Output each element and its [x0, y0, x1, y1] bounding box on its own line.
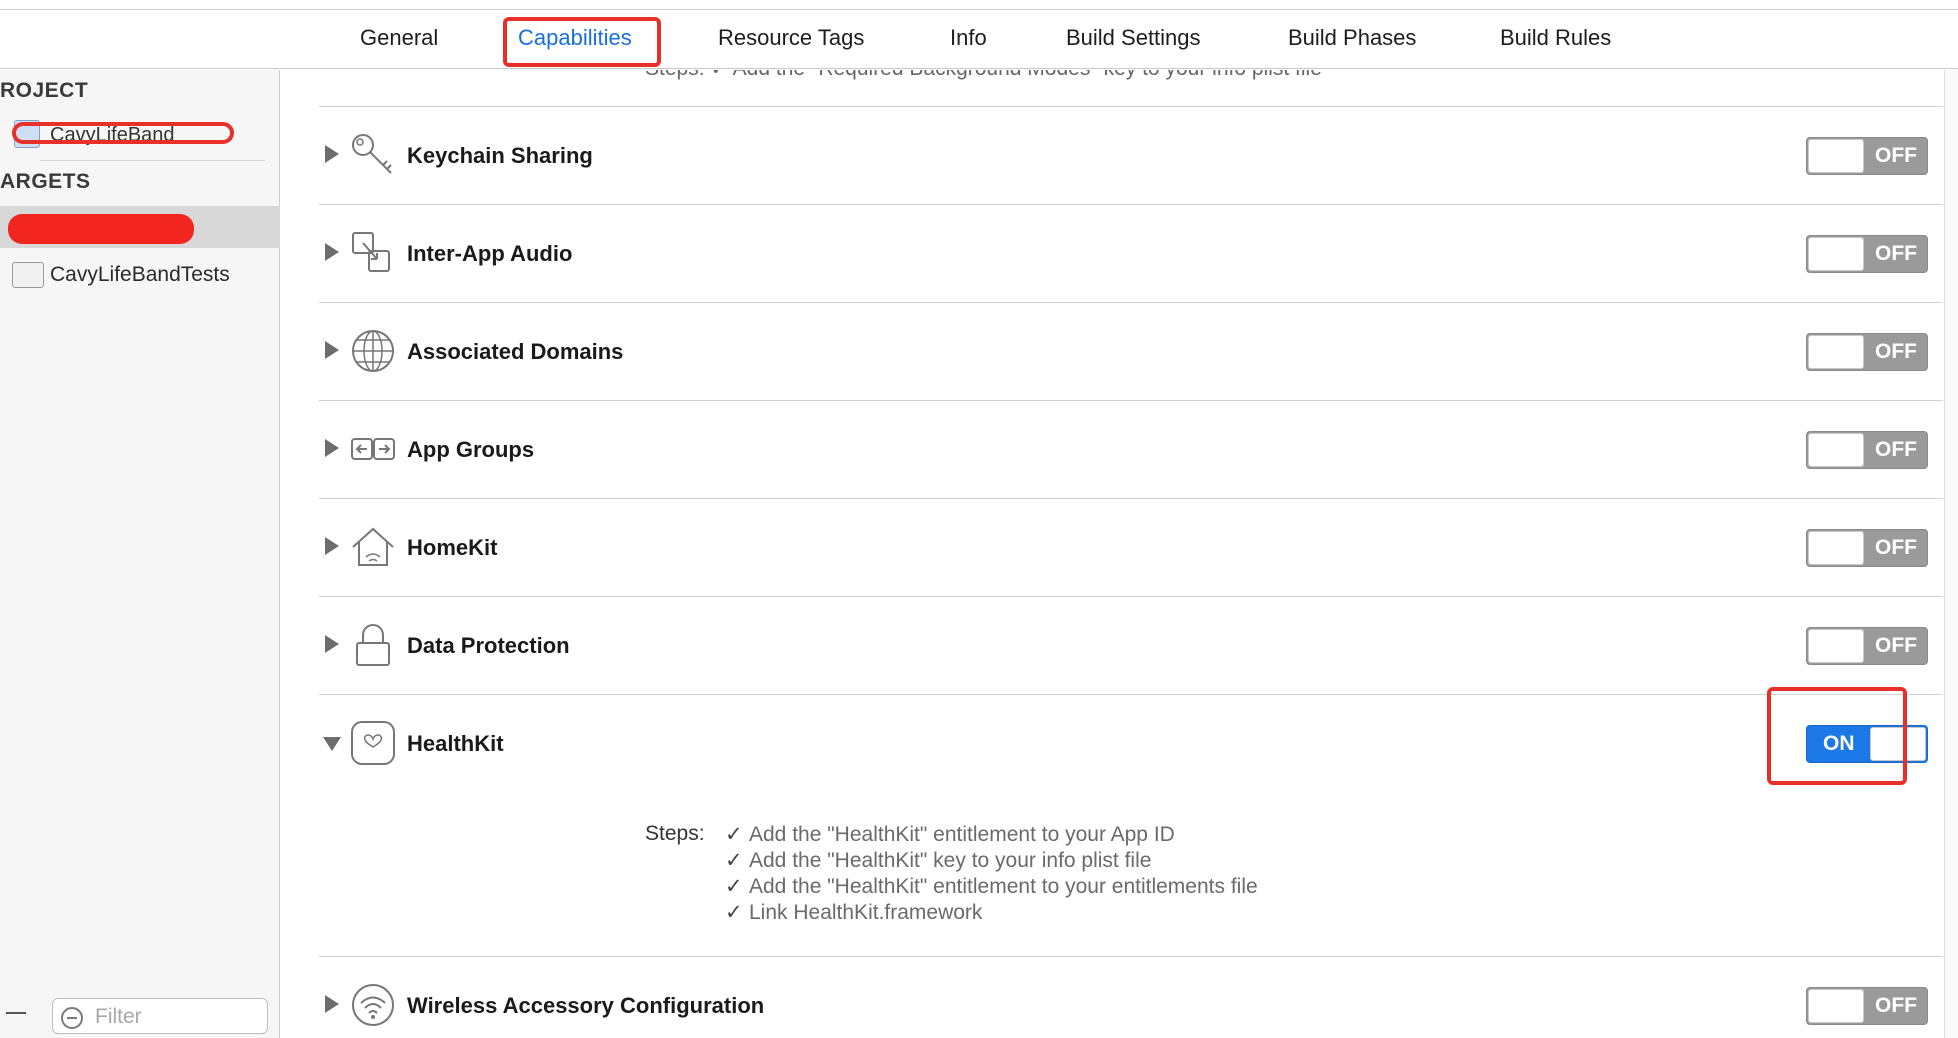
- key-icon: [352, 134, 392, 174]
- step-text: Add the "HealthKit" entitlement to your …: [749, 875, 1258, 898]
- capability-title: HomeKit: [407, 535, 498, 560]
- filter-placeholder: Filter: [95, 1005, 142, 1028]
- toggle-knob: [1808, 335, 1864, 369]
- capability-title: Data Protection: [407, 633, 570, 658]
- toggle-knob: [1808, 531, 1864, 565]
- globe-icon: [352, 330, 394, 372]
- toggle-knob: [1808, 139, 1864, 173]
- capability-title: Inter-App Audio: [407, 241, 573, 266]
- project-section-header: ROJECT: [0, 79, 89, 102]
- toggle-state: OFF: [1875, 634, 1917, 657]
- toggle-state: OFF: [1875, 994, 1917, 1017]
- capability-title: HealthKit: [407, 731, 504, 756]
- steps-label: Steps:: [645, 822, 705, 845]
- disclosure-triangle[interactable]: [325, 439, 339, 457]
- toggle-state: OFF: [1875, 144, 1917, 167]
- toggle-state: OFF: [1875, 340, 1917, 363]
- wireless-icon: [352, 984, 394, 1026]
- target-redaction-scribble: [8, 214, 194, 244]
- step-item: ✓ Add the "HealthKit" key to your info pl…: [725, 848, 1151, 873]
- sidebar-item-project[interactable]: CavyLifeBand: [0, 114, 280, 156]
- capabilities-tab-annotation: [503, 17, 661, 67]
- app-groups-toggle[interactable]: OFF: [1806, 431, 1928, 469]
- step-item: ✓ Add the "HealthKit" entitlement to your…: [725, 874, 1258, 899]
- disclosure-triangle[interactable]: [325, 145, 339, 163]
- capability-title: Keychain Sharing: [407, 143, 593, 168]
- tab-build-rules[interactable]: Build Rules: [1500, 25, 1611, 51]
- checkmark-icon: ✓: [725, 823, 743, 846]
- disclosure-triangle[interactable]: [325, 341, 339, 359]
- tab-general[interactable]: General: [360, 25, 438, 51]
- toggle-state: OFF: [1875, 536, 1917, 559]
- inter-app-audio-toggle[interactable]: OFF: [1806, 235, 1928, 273]
- capability-row-app-groups: App Groups OFF: [319, 400, 1943, 498]
- tab-info[interactable]: Info: [950, 25, 987, 51]
- capability-row-wireless-accessory-configuration: Wireless Accessory Configuration OFF: [319, 956, 1943, 1038]
- homekit-toggle[interactable]: OFF: [1806, 529, 1928, 567]
- associated-domains-toggle[interactable]: OFF: [1806, 333, 1928, 371]
- step-item: ✓ Add the "HealthKit" entitlement to your…: [725, 822, 1175, 847]
- disclosure-triangle[interactable]: [325, 635, 339, 653]
- heart-icon: [351, 721, 395, 765]
- test-bundle-icon: [12, 262, 44, 288]
- capability-title: Wireless Accessory Configuration: [407, 993, 765, 1018]
- data-protection-toggle[interactable]: OFF: [1806, 627, 1928, 665]
- disclosure-triangle-open[interactable]: [323, 737, 341, 751]
- healthkit-toggle-annotation: [1767, 687, 1907, 785]
- capabilities-pane: Steps: ✓ Add the "Required Background Mo…: [281, 70, 1958, 1038]
- capability-row-keychain-sharing: Keychain Sharing OFF: [319, 106, 1943, 204]
- sidebar-divider: [40, 160, 265, 161]
- capability-title: Associated Domains: [407, 339, 624, 364]
- vertical-scrollbar[interactable]: [1944, 70, 1958, 1038]
- checkmark-icon: ✓: [725, 849, 743, 872]
- project-navigator-sidebar: ROJECT CavyLifeBand ARGETS CavyLifeBandT…: [0, 70, 280, 1038]
- sidebar-item-tests-label: CavyLifeBandTests: [50, 263, 230, 286]
- wireless-accessory-toggle[interactable]: OFF: [1806, 987, 1928, 1025]
- toggle-state: OFF: [1875, 242, 1917, 265]
- targets-section-header: ARGETS: [0, 170, 91, 193]
- sidebar-item-target-selected[interactable]: [0, 206, 280, 248]
- tab-build-settings[interactable]: Build Settings: [1066, 25, 1201, 51]
- keychain-sharing-toggle[interactable]: OFF: [1806, 137, 1928, 175]
- filter-icon: [61, 1007, 83, 1029]
- disclosure-triangle[interactable]: [325, 243, 339, 261]
- toggle-state: OFF: [1875, 438, 1917, 461]
- disclosure-triangle[interactable]: [325, 537, 339, 555]
- checkmark-icon: ✓: [725, 901, 743, 924]
- toggle-knob: [1808, 237, 1864, 271]
- step-text: Add the "HealthKit" entitlement to your …: [749, 823, 1175, 846]
- project-redaction-annotation: [12, 122, 234, 144]
- step-text: Add the "HealthKit" key to your info pli…: [749, 849, 1152, 872]
- editor-tab-bar: General Capabilities Resource Tags Info …: [0, 11, 1958, 69]
- background-modes-steps-cutoff: Steps: ✓ Add the "Required Background Mo…: [645, 70, 1322, 81]
- app-groups-icon: [351, 438, 395, 460]
- capability-row-inter-app-audio: Inter-App Audio OFF: [319, 204, 1943, 302]
- checkmark-icon: ✓: [725, 875, 743, 898]
- sidebar-bottom-bar: Filter: [0, 994, 280, 1038]
- step-text: Link HealthKit.framework: [749, 901, 983, 924]
- toggle-knob: [1808, 989, 1864, 1023]
- tab-resource-tags[interactable]: Resource Tags: [718, 25, 864, 51]
- remove-target-button[interactable]: [6, 1012, 26, 1014]
- house-icon: [352, 527, 394, 566]
- tab-build-phases[interactable]: Build Phases: [1288, 25, 1416, 51]
- step-item: ✓ Link HealthKit.framework: [725, 900, 982, 925]
- filter-field[interactable]: Filter: [52, 998, 268, 1034]
- capability-title: App Groups: [407, 437, 535, 462]
- toggle-knob: [1808, 629, 1864, 663]
- disclosure-triangle[interactable]: [325, 995, 339, 1013]
- lock-icon: [356, 624, 390, 666]
- window-top-edge: [0, 0, 1958, 10]
- capability-row-data-protection: Data Protection OFF: [319, 596, 1943, 694]
- toggle-knob: [1808, 433, 1864, 467]
- capability-row-homekit: HomeKit OFF: [319, 498, 1943, 596]
- sidebar-item-target-tests[interactable]: CavyLifeBandTests: [0, 254, 280, 296]
- inter-app-audio-icon: [352, 232, 390, 272]
- capability-row-associated-domains: Associated Domains OFF: [319, 302, 1943, 400]
